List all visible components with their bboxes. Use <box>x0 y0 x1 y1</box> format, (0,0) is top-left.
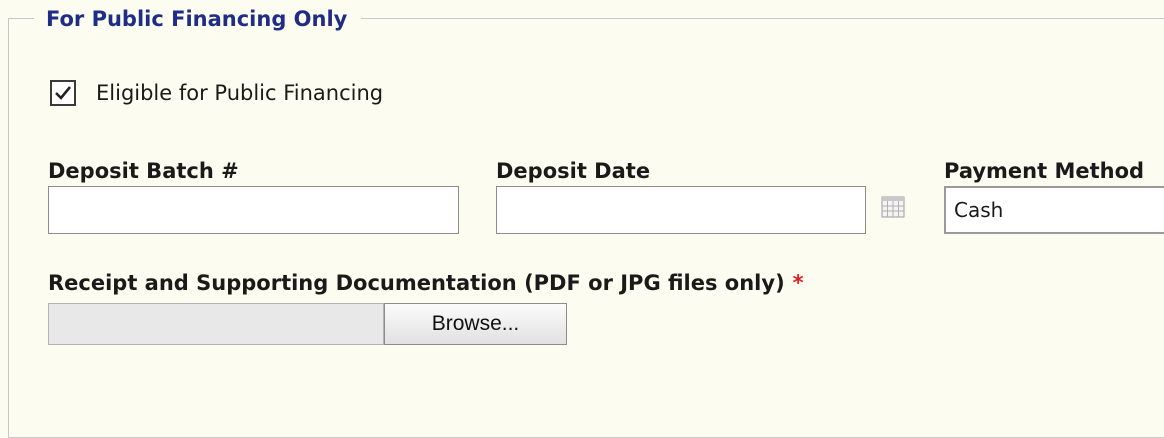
browse-button[interactable]: Browse... <box>384 303 567 345</box>
payment-method-select[interactable]: Cash <box>944 186 1164 234</box>
calendar-icon[interactable] <box>880 194 906 220</box>
receipt-label: Receipt and Supporting Documentation (PD… <box>48 270 804 296</box>
payment-method-label: Payment Method <box>944 159 1145 183</box>
eligible-checkbox[interactable] <box>50 80 76 106</box>
required-marker: * <box>792 271 804 295</box>
deposit-batch-label: Deposit Batch # <box>48 159 239 183</box>
deposit-batch-input[interactable] <box>48 186 459 234</box>
deposit-date-input[interactable] <box>496 186 866 234</box>
deposit-date-label: Deposit Date <box>496 159 651 183</box>
payment-method-value: Cash <box>954 198 1004 222</box>
receipt-label-text: Receipt and Supporting Documentation (PD… <box>48 271 785 295</box>
section-legend: For Public Financing Only <box>34 6 362 32</box>
check-icon <box>55 86 72 100</box>
receipt-file-path[interactable] <box>48 303 384 345</box>
eligible-label: Eligible for Public Financing <box>96 81 384 105</box>
